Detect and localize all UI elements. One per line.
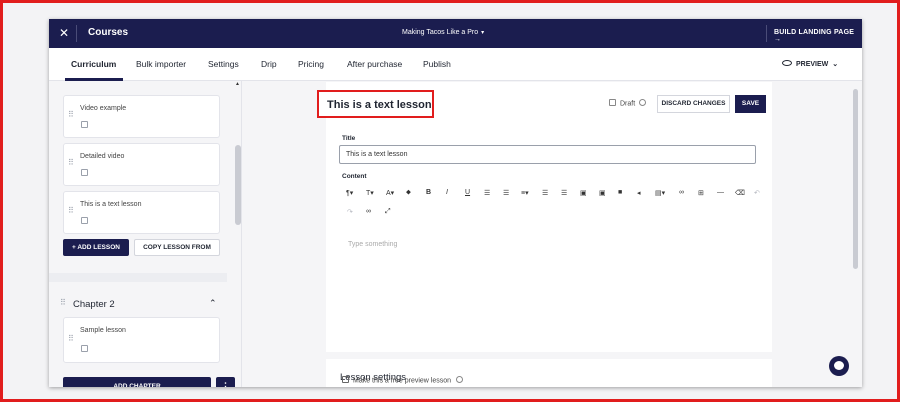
lesson-item[interactable]: ⠿ Detailed video <box>63 143 220 186</box>
eye-icon <box>782 60 792 67</box>
chapter-title: Chapter 2 <box>73 299 115 310</box>
horizontal-line-icon[interactable]: — <box>717 189 724 196</box>
link-icon[interactable]: ∞ <box>679 189 684 196</box>
document-icon <box>81 217 88 224</box>
text-color-icon[interactable]: A▾ <box>386 189 394 197</box>
tab-publish[interactable]: Publish <box>423 59 451 69</box>
drag-handle-icon[interactable]: ⠿ <box>68 206 74 215</box>
title-field-label: Title <box>342 135 356 142</box>
tab-bulk-importer[interactable]: Bulk importer <box>136 59 186 69</box>
tab-bar: Curriculum Bulk importer Settings Drip P… <box>49 48 862 81</box>
lesson-title: Detailed video <box>80 153 125 160</box>
close-icon[interactable]: ✕ <box>58 26 70 40</box>
chevron-down-icon: ⌄ <box>832 61 839 68</box>
drag-handle-icon[interactable]: ⠿ <box>60 298 66 307</box>
build-landing-page-label: BUILD LANDING PAGE <box>774 29 855 36</box>
course-name: Making Tacos Like a Pro <box>402 29 479 36</box>
add-chapter-button[interactable]: ADD CHAPTER <box>63 377 211 387</box>
lesson-item[interactable]: ⠿ Video example <box>63 95 220 138</box>
italic-icon[interactable]: I <box>446 189 448 196</box>
content-field-label: Content <box>342 173 367 180</box>
more-options-icon[interactable]: ⋮ <box>216 377 235 387</box>
main-scrollbar[interactable] <box>853 89 858 269</box>
page-title: Courses <box>88 27 129 38</box>
chapter-separator <box>49 273 227 282</box>
fullscreen-icon[interactable]: ⤢ <box>385 208 391 216</box>
clear-format-icon[interactable]: ⌫ <box>735 189 745 197</box>
sidebar-scrollbar[interactable] <box>235 145 241 225</box>
underline-icon[interactable]: U <box>465 189 470 196</box>
undo-icon[interactable]: ↶ <box>754 189 760 197</box>
video-icon[interactable]: ■ <box>618 189 622 196</box>
topbar-divider <box>76 25 77 42</box>
lesson-heading-highlight: This is a text lesson <box>317 90 434 118</box>
image-icon[interactable]: ▣ <box>580 189 587 197</box>
lesson-title: Sample lesson <box>80 327 126 334</box>
content-editor[interactable]: Type something <box>339 232 755 312</box>
curriculum-sidebar: ▲ ⠿ Video example ⠿ Detailed video ⠿ Thi… <box>49 81 242 387</box>
paragraph-format-icon[interactable]: ¶▾ <box>346 189 353 197</box>
draft-toggle[interactable]: Draft <box>609 99 647 108</box>
ordered-list-icon[interactable]: ☰ <box>484 189 490 197</box>
top-bar: ✕ Courses Making Tacos Like a Pro ▾ BUILD… <box>49 19 862 48</box>
tab-drip[interactable]: Drip <box>261 59 277 69</box>
unlink-icon[interactable]: ∞ <box>366 208 371 215</box>
audio-icon[interactable]: ◂ <box>637 189 641 197</box>
table-icon[interactable]: ⊞ <box>698 189 704 197</box>
lesson-heading: This is a text lesson <box>327 99 432 111</box>
bullet-list-icon[interactable]: ☰ <box>503 189 509 197</box>
tab-after-purchase[interactable]: After purchase <box>347 59 402 69</box>
bold-icon[interactable]: B <box>426 189 431 196</box>
chevron-up-icon[interactable]: ⌃ <box>209 298 217 309</box>
app-window: ✕ Courses Making Tacos Like a Pro ▾ BUILD… <box>49 19 862 387</box>
tab-settings[interactable]: Settings <box>208 59 239 69</box>
align-icon[interactable]: ≡▾ <box>521 189 529 197</box>
info-icon <box>639 99 647 106</box>
build-landing-page-button[interactable]: BUILD LANDING PAGE → <box>774 29 862 43</box>
scroll-up-arrow-icon[interactable]: ▲ <box>235 81 240 87</box>
lesson-title: This is a text lesson <box>80 201 142 208</box>
tab-curriculum[interactable]: Curriculum <box>71 59 116 69</box>
drag-handle-icon[interactable]: ⠿ <box>68 158 74 167</box>
embed-icon[interactable]: ▣ <box>599 189 606 197</box>
lesson-title: Video example <box>80 105 127 112</box>
video-icon <box>81 121 88 128</box>
editor-placeholder: Type something <box>348 241 398 248</box>
chat-bubble-icon[interactable] <box>829 356 849 376</box>
drag-handle-icon[interactable]: ⠿ <box>68 334 74 343</box>
preview-button[interactable]: PREVIEW ⌄ <box>782 60 838 68</box>
add-lesson-button[interactable]: + ADD LESSON <box>63 239 129 256</box>
indent-icon[interactable]: ☰ <box>561 189 567 197</box>
discard-changes-button[interactable]: DISCARD CHANGES <box>657 95 730 113</box>
tab-pricing[interactable]: Pricing <box>298 59 324 69</box>
free-preview-checkbox[interactable] <box>342 376 349 383</box>
highlight-icon[interactable]: ⬥ <box>406 189 411 197</box>
title-input[interactable]: This is a text lesson <box>339 145 756 164</box>
lesson-item[interactable]: ⠿ Sample lesson <box>63 317 220 363</box>
draft-label: Draft <box>620 100 636 108</box>
free-preview-label: Make this a free preview lesson <box>353 377 452 385</box>
draft-checkbox[interactable] <box>609 99 616 106</box>
redo-icon[interactable]: ↷ <box>347 208 353 216</box>
video-icon <box>81 169 88 176</box>
course-switcher[interactable]: Making Tacos Like a Pro ▾ <box>402 29 484 36</box>
save-button[interactable]: SAVE <box>735 95 766 113</box>
preview-label: PREVIEW <box>796 61 829 68</box>
free-preview-option[interactable]: Make this a free preview lesson <box>342 376 464 385</box>
copy-lesson-from-button[interactable]: COPY LESSON FROM <box>134 239 220 256</box>
document-icon <box>81 345 88 352</box>
chevron-down-icon: ▾ <box>481 30 485 36</box>
topbar-divider <box>766 25 767 42</box>
info-icon <box>456 376 464 383</box>
lesson-item-selected[interactable]: ⠿ This is a text lesson <box>63 191 220 234</box>
drag-handle-icon[interactable]: ⠿ <box>68 110 74 119</box>
screenshot-frame: ✕ Courses Making Tacos Like a Pro ▾ BUILD… <box>0 0 900 402</box>
arrow-right-icon: → <box>774 36 782 43</box>
font-size-icon[interactable]: T▾ <box>366 189 374 197</box>
chat-bubble-glyph <box>834 361 844 370</box>
file-icon[interactable]: ▤▾ <box>655 189 665 197</box>
outdent-icon[interactable]: ☰ <box>542 189 548 197</box>
